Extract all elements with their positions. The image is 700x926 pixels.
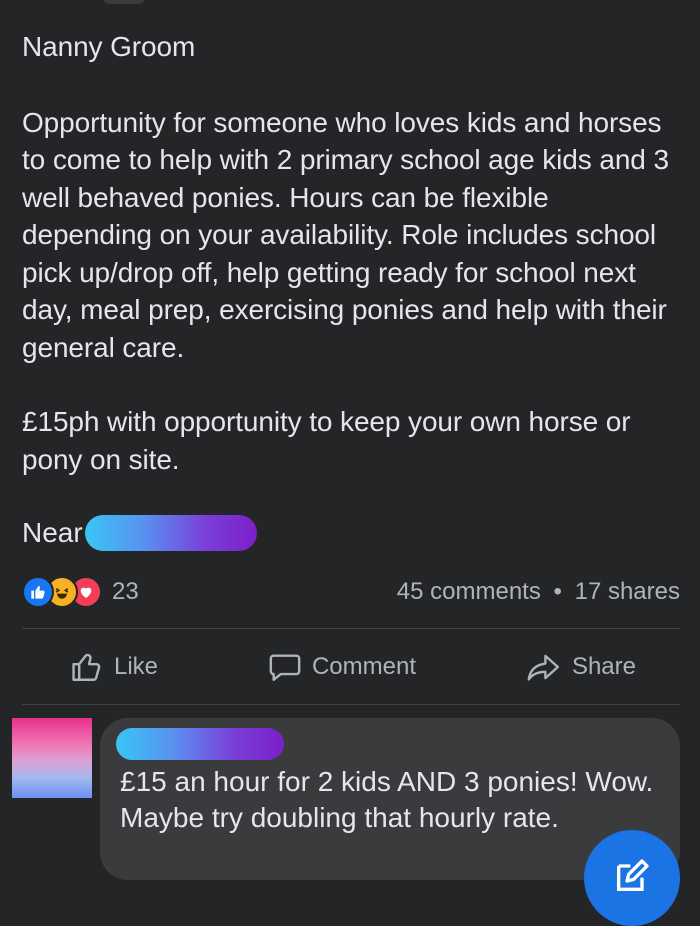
post-body: Nanny Groom Opportunity for someone who … [22,28,682,553]
location-redaction [84,515,257,551]
divider-bottom [22,704,680,705]
stats-separator: • [553,578,562,605]
share-label: Share [571,653,636,680]
commenter-name-redaction[interactable] [116,728,284,760]
action-bar: Like Comment Share [22,630,680,704]
share-arrow-icon [526,650,562,684]
location-prefix: Near [22,517,83,548]
comment-text: £15 an hour for 2 kids AND 3 ponies! Wow… [120,766,654,833]
divider-top [22,628,680,629]
post-stats: 23 45 comments • 17 shares [22,572,680,612]
engagement-counts: 45 comments • 17 shares [397,578,680,606]
commenter-avatar[interactable] [12,718,92,798]
like-button[interactable]: Like [56,630,172,704]
comment-button[interactable]: Comment [254,630,430,704]
like-icon [22,576,54,608]
comments-count[interactable]: 45 comments [397,578,541,605]
post-pay: £15ph with opportunity to keep your own … [22,406,631,475]
compose-button[interactable] [584,830,680,926]
like-label: Like [114,653,159,680]
comment-bubble-icon [268,650,302,684]
post-description: Opportunity for someone who loves kids a… [22,106,669,363]
post-title: Nanny Groom [22,31,196,62]
top-handle [104,0,144,4]
comment-label: Comment [311,653,416,680]
share-button[interactable]: Share [512,630,650,704]
edit-pencil-icon [612,856,652,901]
post-location: Near [22,513,682,553]
thumbs-up-icon [70,650,104,684]
reactions-summary[interactable]: 23 [22,576,139,608]
shares-count[interactable]: 17 shares [575,578,680,605]
reaction-count: 23 [112,578,139,605]
